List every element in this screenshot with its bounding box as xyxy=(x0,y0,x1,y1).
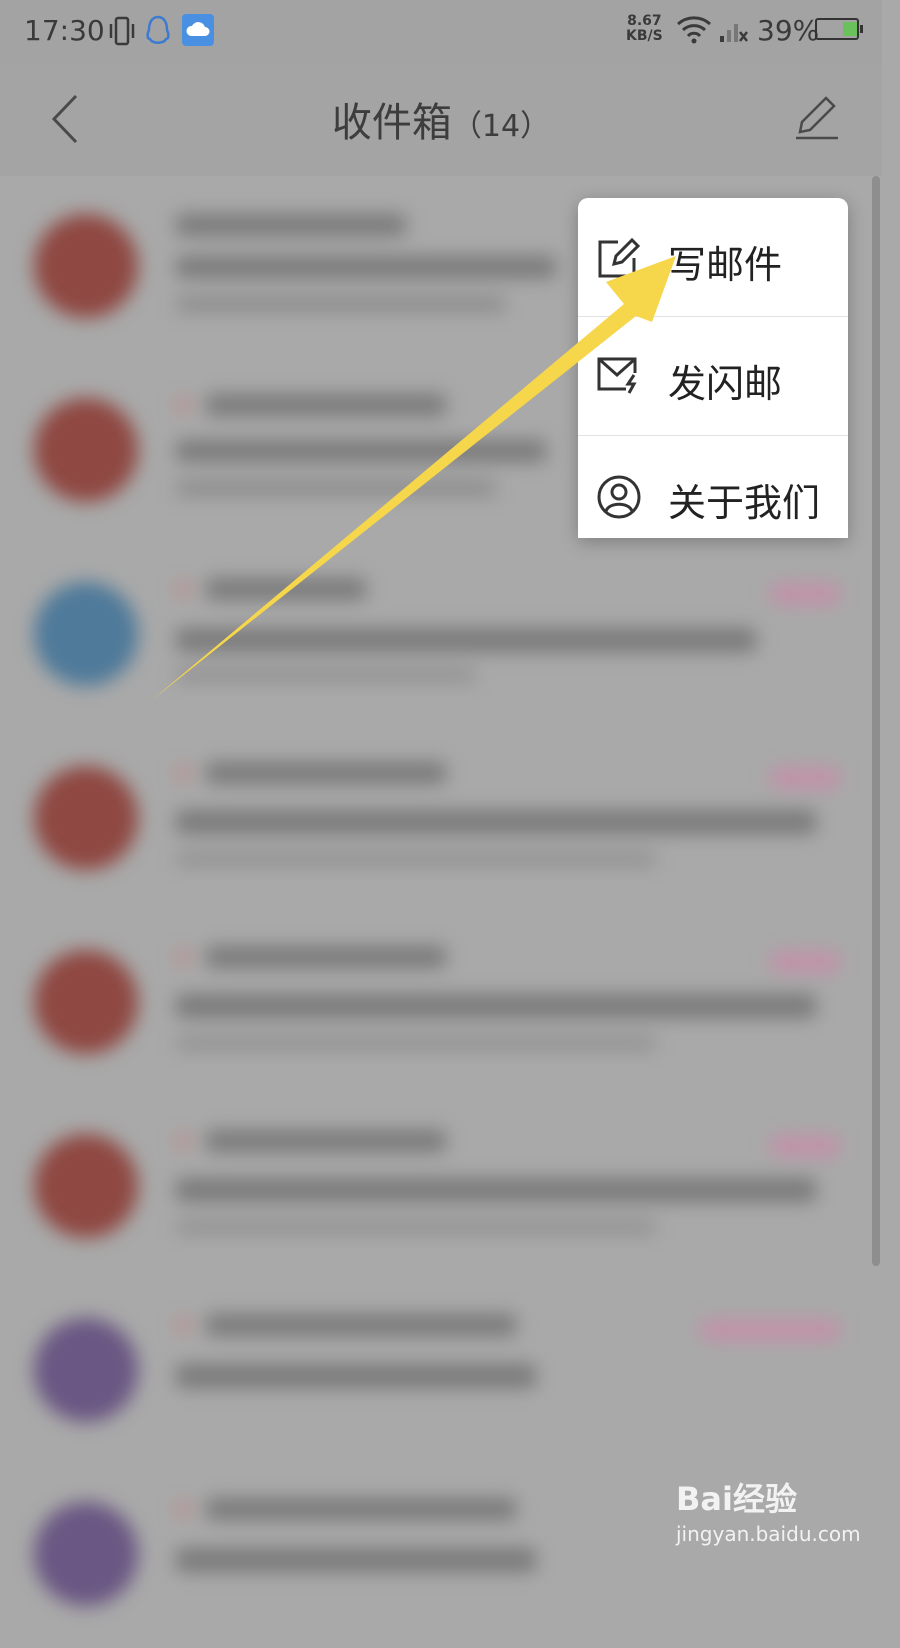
annotation-arrow xyxy=(152,256,676,700)
watermark-logo: Bai经验 xyxy=(676,1480,797,1518)
watermark: Bai经验 jingyan.baidu.com xyxy=(676,1474,861,1546)
watermark-url: jingyan.baidu.com xyxy=(676,1522,861,1546)
